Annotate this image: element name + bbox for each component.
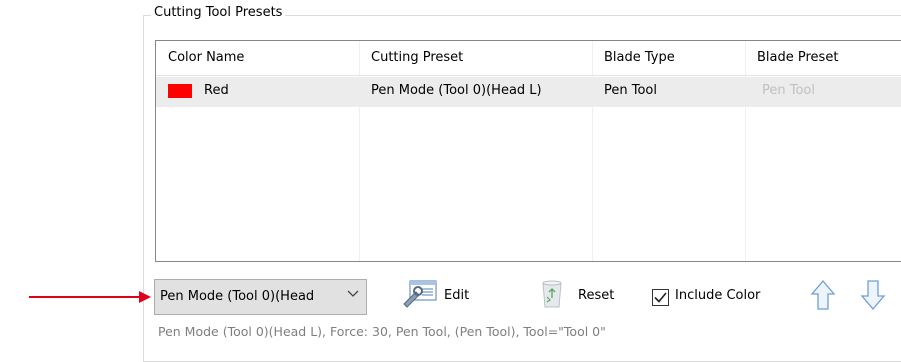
presets-table[interactable]: Color Name Cutting Preset Blade Type Bla… xyxy=(155,40,901,262)
color-swatch xyxy=(168,84,192,98)
cell-blade-preset: Pen Tool xyxy=(762,83,815,98)
move-up-button[interactable] xyxy=(810,279,838,310)
recycle-bin-icon xyxy=(538,280,566,314)
checkbox-checked-icon xyxy=(652,289,669,310)
edit-button[interactable]: Edit xyxy=(402,280,480,310)
reset-button[interactable]: Reset xyxy=(538,280,626,310)
reset-label: Reset xyxy=(578,288,615,303)
include-color-checkbox[interactable]: Include Color xyxy=(652,284,782,310)
cell-color-name: Red xyxy=(204,83,229,98)
preset-summary-text: Pen Mode (Tool 0)(Head L), Force: 30, Pe… xyxy=(158,324,606,339)
edit-label: Edit xyxy=(444,288,470,303)
edit-icon xyxy=(402,278,438,312)
column-header-cutting-preset[interactable]: Cutting Preset xyxy=(371,50,463,65)
cutting-preset-dropdown[interactable]: Pen Mode (Tool 0)(Head xyxy=(154,279,367,315)
move-down-button[interactable] xyxy=(860,279,888,311)
column-header-blade-preset[interactable]: Blade Preset xyxy=(757,50,838,65)
cell-blade-type: Pen Tool xyxy=(604,83,657,98)
cell-cutting-preset: Pen Mode (Tool 0)(Head L) xyxy=(371,83,542,98)
table-header: Color Name Cutting Preset Blade Type Bla… xyxy=(156,41,901,76)
arrow-down-icon xyxy=(860,280,886,315)
column-header-color-name[interactable]: Color Name xyxy=(168,50,244,65)
group-title: Cutting Tool Presets xyxy=(151,5,286,20)
table-row[interactable]: Red Pen Mode (Tool 0)(Head L) Pen Tool P… xyxy=(156,77,901,107)
dropdown-value: Pen Mode (Tool 0)(Head xyxy=(160,289,315,304)
column-header-blade-type[interactable]: Blade Type xyxy=(604,50,675,65)
arrow-up-icon xyxy=(810,279,836,315)
annotation-arrow-line xyxy=(29,296,142,298)
include-color-label: Include Color xyxy=(675,288,761,303)
annotation-arrow-head xyxy=(139,291,151,303)
chevron-down-icon xyxy=(347,287,359,303)
